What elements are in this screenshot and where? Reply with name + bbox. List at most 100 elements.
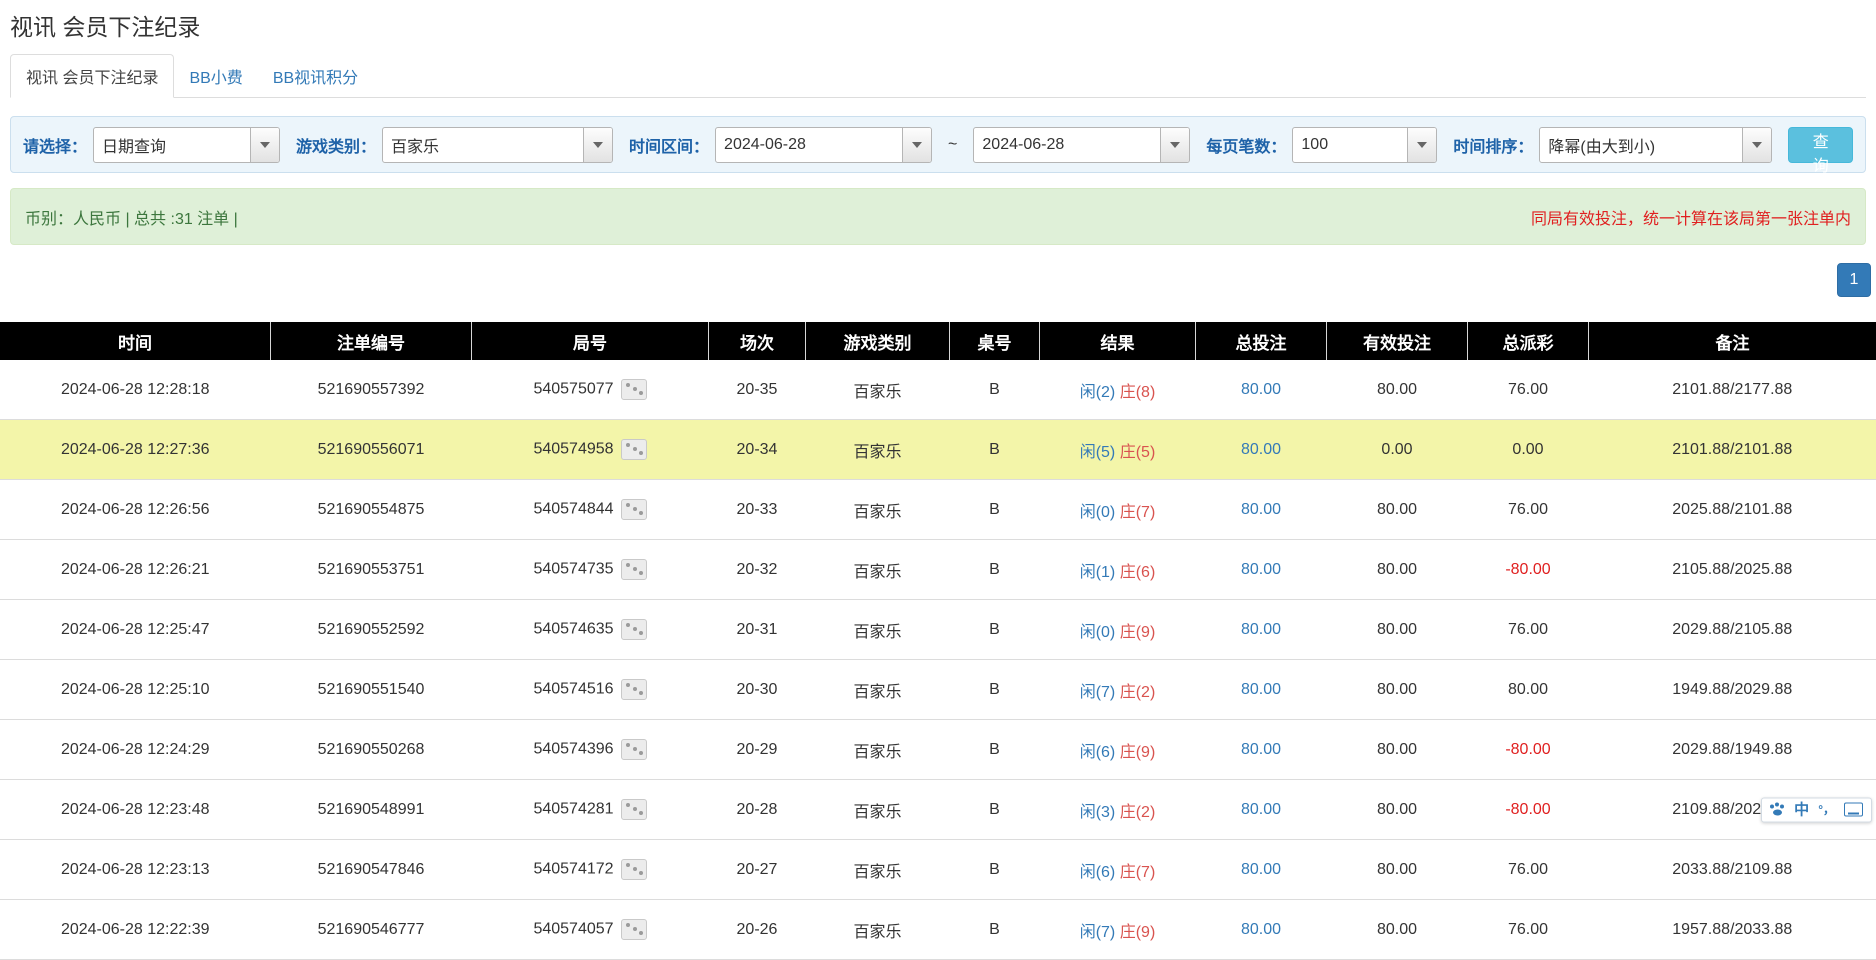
result-cell: 闲(1) 庄(6) [1040, 540, 1196, 600]
total-bet-link[interactable]: 80.00 [1241, 501, 1281, 518]
payout-cell: 76.00 [1468, 480, 1589, 540]
round-number: 540574172 [533, 861, 613, 878]
sort-order-input[interactable] [1540, 128, 1742, 162]
game-type-cell: 百家乐 [806, 780, 950, 840]
tab-active[interactable]: 视讯 会员下注纪录 [10, 54, 174, 98]
payout-cell: 76.00 [1468, 600, 1589, 660]
dice-icon[interactable] [621, 739, 647, 760]
total-bet-link[interactable]: 80.00 [1241, 681, 1281, 698]
date-range-label: 时间区间： [629, 133, 709, 157]
date-to-input[interactable] [974, 128, 1160, 162]
dice-icon[interactable] [621, 799, 647, 820]
total-bet-link[interactable]: 80.00 [1241, 921, 1281, 938]
tab-bar: 视讯 会员下注纪录BB小费BB视讯积分 [10, 54, 1866, 98]
ime-keyboard-icon[interactable] [1844, 803, 1863, 817]
ime-punctuation-icon[interactable]: °， [1818, 804, 1835, 816]
dice-icon[interactable] [621, 619, 647, 640]
date-from-picker[interactable] [715, 127, 932, 163]
total-bet-link[interactable]: 80.00 [1241, 381, 1281, 398]
dice-icon[interactable] [621, 559, 647, 580]
total-bet-link[interactable]: 80.00 [1241, 741, 1281, 758]
date-to-picker[interactable] [973, 127, 1190, 163]
game-type-select[interactable] [382, 127, 613, 163]
table-row: 2024-06-28 12:23:48521690548991540574281… [0, 780, 1876, 840]
total-bet-link[interactable]: 80.00 [1241, 561, 1281, 578]
chevron-down-icon[interactable] [250, 128, 279, 162]
table-number-cell: B [950, 840, 1040, 900]
chevron-down-icon[interactable] [1407, 128, 1436, 162]
ime-toolbar: 中 °， [1761, 797, 1872, 822]
ime-paw-icon[interactable] [1770, 803, 1785, 817]
tab-link[interactable]: BB视讯积分 [258, 55, 373, 97]
player-result: 闲(0) [1080, 504, 1116, 521]
session-cell: 20-29 [709, 720, 806, 780]
total-bet-link[interactable]: 80.00 [1241, 801, 1281, 818]
payout-cell: 76.00 [1468, 840, 1589, 900]
game-type-input[interactable] [383, 128, 583, 162]
table-row: 2024-06-28 12:25:47521690552592540574635… [0, 600, 1876, 660]
search-button[interactable]: 查询 [1788, 127, 1853, 163]
game-type-cell: 百家乐 [806, 420, 950, 480]
pagination: 1 [0, 263, 1876, 297]
date-from-input[interactable] [716, 128, 902, 162]
query-type-select[interactable] [93, 127, 280, 163]
dice-icon[interactable] [621, 859, 647, 880]
remark-cell: 2025.88/2101.88 [1589, 480, 1876, 540]
result-cell: 闲(6) 庄(9) [1040, 720, 1196, 780]
banker-result: 庄(7) [1120, 864, 1156, 881]
remark-cell: 2105.88/2025.88 [1589, 540, 1876, 600]
chevron-down-icon[interactable] [583, 128, 612, 162]
game-type-cell: 百家乐 [806, 600, 950, 660]
session-cell: 20-27 [709, 840, 806, 900]
tab-link[interactable]: BB小费 [174, 55, 257, 97]
column-header: 总派彩 [1468, 322, 1589, 360]
game-type-cell: 百家乐 [806, 660, 950, 720]
dice-icon[interactable] [621, 439, 647, 460]
page-size-input[interactable] [1293, 128, 1407, 162]
query-type-input[interactable] [94, 128, 250, 162]
column-header: 时间 [0, 322, 271, 360]
column-header: 局号 [472, 322, 709, 360]
dice-icon[interactable] [621, 499, 647, 520]
round-number: 540574281 [533, 801, 613, 818]
player-result: 闲(6) [1080, 864, 1116, 881]
bet-number-cell: 521690547846 [271, 840, 472, 900]
bet-number-cell: 521690556071 [271, 420, 472, 480]
round-number-cell: 540574281 [472, 780, 709, 840]
ime-language-mode[interactable]: 中 [1794, 802, 1809, 817]
chevron-down-icon[interactable] [1742, 128, 1771, 162]
remark-cell: 2101.88/2177.88 [1589, 360, 1876, 420]
round-number: 540574958 [533, 441, 613, 458]
chevron-down-icon[interactable] [902, 128, 931, 162]
remark-cell: 2029.88/1949.88 [1589, 720, 1876, 780]
page-size-select[interactable] [1292, 127, 1437, 163]
round-number-cell: 540574958 [472, 420, 709, 480]
table-number-cell: B [950, 720, 1040, 780]
page-button-1[interactable]: 1 [1837, 263, 1871, 297]
chevron-down-icon[interactable] [1160, 128, 1189, 162]
session-cell: 20-31 [709, 600, 806, 660]
total-bet-cell: 80.00 [1196, 840, 1327, 900]
total-bet-link[interactable]: 80.00 [1241, 441, 1281, 458]
round-number: 540574396 [533, 741, 613, 758]
dice-icon[interactable] [621, 919, 647, 940]
table-number-cell: B [950, 900, 1040, 960]
column-header: 注单编号 [271, 322, 472, 360]
session-cell: 20-35 [709, 360, 806, 420]
bet-number-cell: 521690554875 [271, 480, 472, 540]
valid-bet-cell: 80.00 [1327, 660, 1468, 720]
player-result: 闲(1) [1080, 564, 1116, 581]
time-cell: 2024-06-28 12:22:39 [0, 900, 271, 960]
table-number-cell: B [950, 600, 1040, 660]
total-bet-link[interactable]: 80.00 [1241, 861, 1281, 878]
game-type-cell: 百家乐 [806, 900, 950, 960]
remark-cell: 2101.88/2101.88 [1589, 420, 1876, 480]
sort-order-select[interactable] [1539, 127, 1772, 163]
total-bet-link[interactable]: 80.00 [1241, 621, 1281, 638]
table-row: 2024-06-28 12:23:13521690547846540574172… [0, 840, 1876, 900]
dice-icon[interactable] [621, 679, 647, 700]
table-row: 2024-06-28 12:24:29521690550268540574396… [0, 720, 1876, 780]
dice-icon[interactable] [621, 379, 647, 400]
result-cell: 闲(7) 庄(9) [1040, 900, 1196, 960]
total-bet-cell: 80.00 [1196, 900, 1327, 960]
